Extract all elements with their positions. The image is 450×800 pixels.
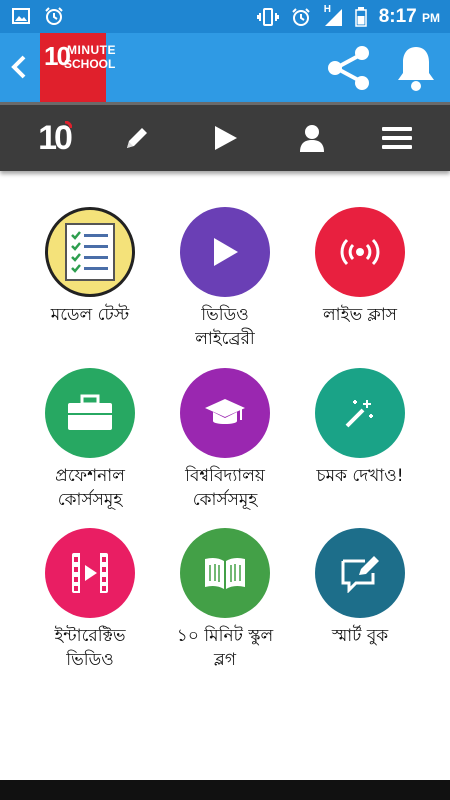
live-broadcast-icon xyxy=(340,238,380,266)
network-type: H xyxy=(323,4,331,15)
menu-item-model-test[interactable]: মডেল টেস্ট xyxy=(15,207,165,327)
signal-icon: H xyxy=(323,4,343,27)
edit-button[interactable] xyxy=(112,105,162,171)
label-line2: লাইব্রেরী xyxy=(195,329,255,349)
back-arrow-icon[interactable] xyxy=(8,53,30,81)
clock-mark-icon xyxy=(64,121,72,129)
logo-word-school: SCHOOL xyxy=(64,57,116,71)
toolbar: 10 xyxy=(0,102,450,171)
image-icon xyxy=(12,8,30,24)
menu-button[interactable] xyxy=(372,105,422,171)
book-icon xyxy=(205,557,245,589)
battery-icon xyxy=(354,7,367,27)
menu-item-video-library[interactable]: ভিডিও লাইব্রেরী xyxy=(150,207,300,351)
interactive-video-circle xyxy=(45,528,135,618)
label-line1: চমক দেখাও! xyxy=(316,466,404,486)
menu-item-label: ১০ মিনিট স্কুল ব্লগ xyxy=(150,624,300,672)
clock-ampm: PM xyxy=(422,11,440,25)
professional-courses-circle xyxy=(45,368,135,458)
logo-word-minute: MINUTE xyxy=(67,43,116,57)
clock-time: 8:17 xyxy=(378,6,417,27)
label-line2: কোর্সসমূহ xyxy=(57,490,123,510)
surprise-circle xyxy=(315,368,405,458)
menu-item-interactive-video[interactable]: ইন্টারেক্টিভ ভিডিও xyxy=(15,528,165,672)
clock: 8:17 PM xyxy=(379,6,440,28)
label-line2: ভিডিও xyxy=(66,650,114,670)
menu-item-smart-book[interactable]: স্মার্ট বুক xyxy=(285,528,435,648)
menu-item-label: ইন্টারেক্টিভ ভিডিও xyxy=(15,624,165,672)
menu-item-live-class[interactable]: লাইভ ক্লাস xyxy=(285,207,435,327)
label-line2: কোর্সসমূহ xyxy=(192,490,258,510)
label-line1: লাইভ ক্লাস xyxy=(323,305,397,325)
briefcase-icon xyxy=(68,394,112,430)
menu-item-label: ভিডিও লাইব্রেরী xyxy=(150,303,300,351)
status-bar: H 8:17 PM xyxy=(0,0,450,33)
checklist-icon xyxy=(65,223,115,281)
model-test-circle xyxy=(45,207,135,297)
graduation-cap-icon xyxy=(205,399,245,424)
menu-item-label: মডেল টেস্ট xyxy=(15,303,165,327)
share-icon[interactable] xyxy=(324,43,374,93)
label-line2: ব্লগ xyxy=(214,650,236,670)
label-line1: বিশ্ববিদ্যালয় xyxy=(185,466,265,486)
chat-edit-icon xyxy=(341,556,379,593)
university-courses-circle xyxy=(180,368,270,458)
label-line1: স্মার্ট বুক xyxy=(331,626,389,646)
video-library-circle xyxy=(180,207,270,297)
user-icon xyxy=(300,125,324,152)
menu-item-professional-courses[interactable]: প্রফেশনাল কোর্সসমূহ xyxy=(15,368,165,512)
system-nav-bar xyxy=(0,780,450,800)
app-logo: 10 MINUTE SCHOOL xyxy=(40,33,116,102)
play-button[interactable] xyxy=(200,105,250,171)
play-icon xyxy=(215,126,237,150)
film-play-icon xyxy=(72,553,108,593)
vibrate-icon xyxy=(256,8,279,26)
label-line1: ভিডিও xyxy=(201,305,249,325)
label-line1: ইন্টারেক্টিভ xyxy=(54,626,126,646)
home-logo-button[interactable]: 10 xyxy=(24,105,84,171)
smart-book-circle xyxy=(315,528,405,618)
label-line1: মডেল টেস্ট xyxy=(50,305,130,325)
profile-button[interactable] xyxy=(287,105,337,171)
pencil-icon xyxy=(127,128,147,148)
magic-wand-icon xyxy=(345,400,373,428)
menu-item-label: প্রফেশনাল কোর্সসমূহ xyxy=(15,464,165,512)
menu-item-blog[interactable]: ১০ মিনিট স্কুল ব্লগ xyxy=(150,528,300,672)
label-line1: ১০ মিনিট স্কুল xyxy=(176,626,274,646)
alarm-icon xyxy=(45,7,63,25)
label-line1: প্রফেশনাল xyxy=(55,466,125,486)
menu-item-university-courses[interactable]: বিশ্ববিদ্যালয় কোর্সসমূহ xyxy=(150,368,300,512)
alarm-icon xyxy=(291,8,310,26)
bell-icon[interactable] xyxy=(394,43,438,93)
app-bar: 10 MINUTE SCHOOL xyxy=(0,33,450,102)
play-icon xyxy=(214,238,238,266)
menu-item-label: চমক দেখাও! xyxy=(285,464,435,488)
blog-circle xyxy=(180,528,270,618)
menu-item-surprise[interactable]: চমক দেখাও! xyxy=(285,368,435,488)
menu-item-label: বিশ্ববিদ্যালয় কোর্সসমূহ xyxy=(150,464,300,512)
menu-item-label: স্মার্ট বুক xyxy=(285,624,435,648)
menu-item-label: লাইভ ক্লাস xyxy=(285,303,435,327)
live-class-circle xyxy=(315,207,405,297)
menu-icon xyxy=(382,127,412,149)
